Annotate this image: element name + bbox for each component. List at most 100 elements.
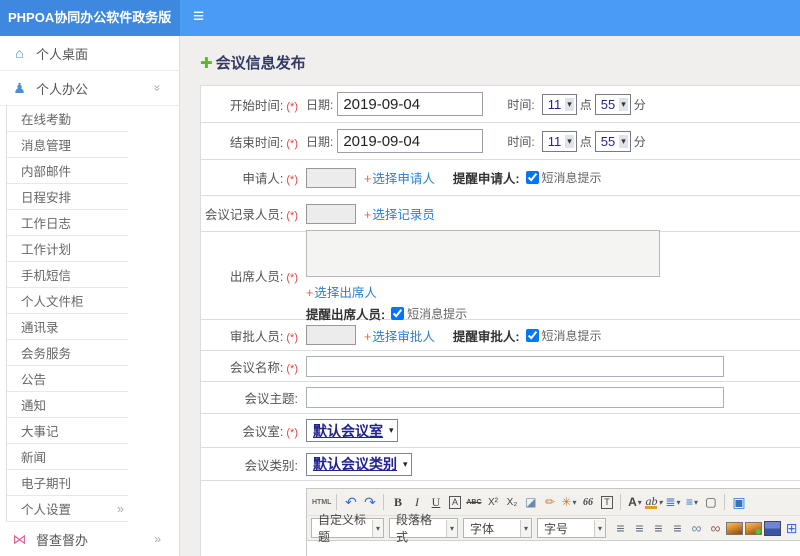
sidebar-item-personal-settings[interactable]: 个人设置 » xyxy=(7,496,128,522)
sidebar-item-supervision[interactable]: ⋈ 督查督办 » xyxy=(0,522,179,556)
ordered-list-icon[interactable]: ≣ ▾ xyxy=(664,493,681,512)
sms-hint-label: 短消息提示 xyxy=(541,328,602,343)
approver-sms-checkbox[interactable] xyxy=(525,328,539,342)
end-hour-select[interactable]: 11 ▾ xyxy=(541,130,577,152)
recorder-input[interactable] xyxy=(306,203,356,224)
unlink-icon[interactable]: ∞ xyxy=(707,519,724,538)
chevron-down-icon: ▾ xyxy=(658,497,663,507)
superscript-icon[interactable]: X² xyxy=(484,493,501,512)
remind-approver-label: 提醒审批人: xyxy=(452,329,520,344)
applicant-input[interactable] xyxy=(306,167,356,188)
remind-applicant-label: 提醒申请人: xyxy=(452,172,520,186)
chevron-down-icon: ▾ xyxy=(389,425,394,435)
font-family-select[interactable]: 字体 ▾ xyxy=(462,518,532,538)
chevron-down-icon: » xyxy=(150,84,165,92)
image-icon[interactable] xyxy=(726,521,743,535)
sidebar-item-news[interactable]: 新闻 xyxy=(7,444,128,470)
align-center-icon[interactable]: ≡ xyxy=(631,519,648,538)
start-hour-select[interactable]: 11 ▾ xyxy=(541,93,577,115)
meeting-name-input[interactable] xyxy=(306,355,724,377)
select-approver-link[interactable]: +选择审批人 xyxy=(364,326,435,345)
source-icon[interactable]: HTML xyxy=(312,493,331,512)
start-date-input[interactable] xyxy=(337,92,484,116)
sidebar-item-announcement[interactable]: 公告 xyxy=(7,366,128,392)
format-brush-icon[interactable]: ✏ xyxy=(541,493,558,512)
attendees-sms-checkbox[interactable] xyxy=(391,307,405,320)
subscript-icon[interactable]: X₂ xyxy=(503,493,520,512)
sidebar-item-contacts[interactable]: 通讯录 xyxy=(7,314,128,340)
sidebar-item-online-attendance[interactable]: 在线考勤 xyxy=(7,106,128,132)
sidebar-item-label: 个人办公 xyxy=(36,81,89,97)
font-color-icon[interactable]: A ▾ xyxy=(626,493,643,512)
applicant-sms-checkbox[interactable] xyxy=(525,171,539,184)
end-minute-select[interactable]: 55 ▾ xyxy=(594,130,631,152)
new-page-icon[interactable]: ▢ xyxy=(702,493,719,512)
meeting-type-select[interactable]: 默认会议类别 ▾ xyxy=(306,452,412,476)
content-editor-row: HTML ↶ ↷ B I U A ABC X² X₂ ◪ ✏ ✳ ▾ 66 T … xyxy=(201,481,800,556)
sidebar-item-meeting-service[interactable]: 会务服务 xyxy=(7,340,128,366)
sidebar: ⌂ 个人桌面 ♟ 个人办公 » 在线考勤 消息管理 内部邮件 日程安排 工作日志… xyxy=(0,36,180,556)
align-justify-icon[interactable]: ≡ xyxy=(669,519,686,538)
chevron-down-icon: ▾ xyxy=(445,519,457,537)
meeting-form: 开始时间:(*) 日期: 时间: 11▾ 点 55▾ 分 结束时间:(*) 日期… xyxy=(200,85,800,556)
select-attendees-link[interactable]: +选择出席人 xyxy=(306,282,377,301)
sidebar-item-schedule[interactable]: 日程安排 xyxy=(7,184,128,210)
sidebar-item-label: 督查督办 xyxy=(36,532,89,548)
paste-icon[interactable]: T xyxy=(598,493,615,512)
sidebar-item-personal-desktop[interactable]: ⌂ 个人桌面 xyxy=(0,36,179,71)
select-applicant-link[interactable]: +选择申请人 xyxy=(364,168,435,187)
fullscreen-icon[interactable]: ▣ xyxy=(730,493,747,512)
editor-content-area[interactable] xyxy=(307,541,800,556)
hamburger-menu-icon[interactable]: ≡ xyxy=(180,0,204,36)
sidebar-item-sms[interactable]: 手机短信 xyxy=(7,262,128,288)
sidebar-item-work-log[interactable]: 工作日志 xyxy=(7,210,128,236)
select-recorder-link[interactable]: +选择记录员 xyxy=(364,204,435,223)
quick-format-icon[interactable]: ✳ ▾ xyxy=(560,493,577,512)
blockquote-icon[interactable]: 66 xyxy=(579,493,596,512)
align-left-icon[interactable]: ≡ xyxy=(612,519,629,538)
sidebar-subitem-label: 通知 xyxy=(21,399,47,413)
link-icon[interactable]: ∞ xyxy=(688,519,705,538)
sidebar-item-memorabilia[interactable]: 大事记 xyxy=(7,418,128,444)
strikethrough-icon[interactable]: ABC xyxy=(465,493,482,512)
end-date-input[interactable] xyxy=(337,129,484,153)
sidebar-item-notice[interactable]: 通知 xyxy=(7,392,128,418)
unordered-list-icon[interactable]: ≡ ▾ xyxy=(683,493,700,512)
start-minute-select[interactable]: 55 ▾ xyxy=(594,93,631,115)
attendees-textarea[interactable] xyxy=(306,230,660,277)
chevron-down-icon: ▾ xyxy=(676,497,681,507)
sidebar-item-e-journal[interactable]: 电子期刊 xyxy=(7,470,128,496)
meeting-name-label: 会议名称: xyxy=(229,360,284,375)
toolbar-divider xyxy=(620,494,622,510)
align-right-icon[interactable]: ≡ xyxy=(650,519,667,538)
sidebar-item-personal-files[interactable]: 个人文件柜 xyxy=(7,288,128,314)
bold-icon[interactable]: B xyxy=(389,493,406,512)
meeting-room-select[interactable]: 默认会议室 ▾ xyxy=(306,419,398,442)
font-size-select[interactable]: 字号 ▾ xyxy=(536,518,606,538)
font-border-icon[interactable]: A xyxy=(446,493,463,512)
sidebar-subitem-label: 在线考勤 xyxy=(21,113,72,127)
highlight-icon[interactable]: ab ▾ xyxy=(645,493,662,512)
required-mark: (*) xyxy=(286,331,298,344)
main-content: ✚ 会议信息发布 开始时间:(*) 日期: 时间: 11▾ 点 55▾ 分 结束… xyxy=(180,36,800,556)
sidebar-item-work-plan[interactable]: 工作计划 xyxy=(7,236,128,262)
media-icon[interactable] xyxy=(764,520,781,536)
paragraph-format-select[interactable]: 段落格式 ▾ xyxy=(388,513,458,544)
italic-icon[interactable]: I xyxy=(408,493,425,512)
redo-icon[interactable]: ↷ xyxy=(361,493,378,512)
chevron-down-icon: ▾ xyxy=(693,497,698,507)
meeting-topic-label: 会议主题: xyxy=(244,392,298,406)
underline-icon[interactable]: U xyxy=(427,493,444,512)
sidebar-item-internal-mail[interactable]: 内部邮件 xyxy=(7,158,128,184)
approver-input[interactable] xyxy=(306,325,356,345)
net-image-icon[interactable] xyxy=(745,521,762,535)
eraser-icon[interactable]: ◪ xyxy=(522,493,539,512)
toolbar-divider xyxy=(724,494,726,510)
undo-icon[interactable]: ↶ xyxy=(342,493,359,512)
app-logo: PHPOA协同办公软件政务版 xyxy=(0,0,180,36)
custom-title-select[interactable]: 自定义标题 ▾ xyxy=(311,513,384,544)
sidebar-item-message-management[interactable]: 消息管理 xyxy=(7,132,128,158)
sidebar-item-personal-office[interactable]: ♟ 个人办公 » xyxy=(0,71,179,106)
table-icon[interactable]: ⊞ xyxy=(783,519,800,538)
meeting-topic-input[interactable] xyxy=(306,387,724,408)
